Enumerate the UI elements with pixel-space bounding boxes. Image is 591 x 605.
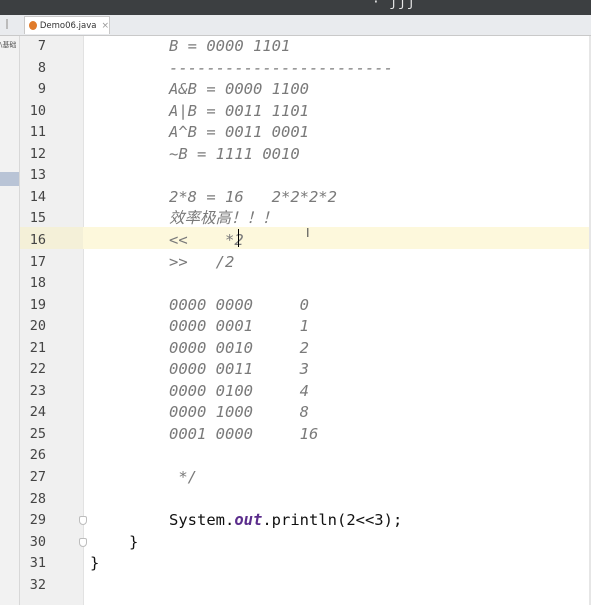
code-line[interactable]: } <box>90 553 99 573</box>
line-number: 21 <box>29 339 46 356</box>
line-number: 23 <box>29 382 46 399</box>
line-number: 17 <box>29 253 46 270</box>
code-line[interactable]: 0000 1000 8 <box>169 402 309 422</box>
line-number: 16 <box>29 231 46 248</box>
project-panel: \基础 <box>0 36 20 605</box>
code-line[interactable]: 2*8 = 16 2*2*2*2 <box>169 187 337 207</box>
code-line[interactable]: A|B = 0011 1101 <box>169 101 309 121</box>
line-number: 8 <box>37 59 46 76</box>
code-line[interactable]: 效率极高！！！ <box>169 208 278 228</box>
code-line[interactable]: A&B = 0000 1100 <box>169 79 309 99</box>
line-number: 25 <box>29 425 46 442</box>
line-number: 10 <box>29 102 46 119</box>
line-number: 7 <box>37 38 46 54</box>
title-bar: · ʃʃʃ <box>0 0 591 15</box>
line-number: 20 <box>29 318 46 335</box>
title-bar-glyphs: · ʃʃʃ <box>372 0 417 10</box>
line-number: 15 <box>29 210 46 227</box>
code-line[interactable]: B = 0000 1101 <box>169 36 290 56</box>
line-number: 24 <box>29 404 46 421</box>
code-line[interactable]: 0000 0011 3 <box>169 359 309 379</box>
line-number: 31 <box>29 555 46 572</box>
project-panel-selection[interactable] <box>0 172 19 186</box>
line-number: 30 <box>29 533 46 550</box>
fold-marker-icon[interactable] <box>79 516 87 526</box>
java-class-icon <box>29 21 37 30</box>
code-line[interactable]: A^B = 0011 0001 <box>169 122 309 142</box>
line-number: 9 <box>37 81 46 98</box>
println-prefix: System. <box>169 511 235 530</box>
line-number: 32 <box>29 576 46 593</box>
project-panel-label: \基础 <box>0 41 17 49</box>
line-number: 27 <box>29 469 46 485</box>
text-cursor <box>238 229 239 247</box>
code-line[interactable]: */ <box>169 467 197 487</box>
line-number: 18 <box>29 275 46 292</box>
code-line[interactable]: } <box>129 532 138 552</box>
editor-tab-bar: Demo06.java × <box>0 15 591 36</box>
tab-demo06-java[interactable]: Demo06.java × <box>24 16 110 34</box>
println-field-out: out <box>234 511 263 530</box>
code-line[interactable]: 0000 0001 1 <box>169 316 309 336</box>
line-number: 28 <box>29 490 46 507</box>
tab-close-icon[interactable]: × <box>101 21 109 31</box>
code-line[interactable]: 0000 0100 4 <box>169 381 309 401</box>
code-line[interactable]: >> /2 <box>169 252 234 272</box>
code-line[interactable]: ------------------------ <box>169 58 393 78</box>
println-suffix: .println(2<<3); <box>262 511 403 530</box>
line-number: 12 <box>29 145 46 162</box>
code-line[interactable]: 0000 0010 2 <box>169 338 309 358</box>
tab-label: Demo06.java <box>39 20 97 31</box>
code-line[interactable]: 0000 0000 0 <box>169 295 309 315</box>
line-number: 14 <box>29 188 46 205</box>
caret-line-highlight <box>83 227 591 249</box>
code-line[interactable]: << *2 <box>169 230 244 250</box>
line-number: 19 <box>29 296 46 313</box>
mouse-ibeam-icon: I <box>306 226 310 240</box>
line-number: 11 <box>29 124 46 141</box>
println-statement[interactable]: System.out.println(2<<3); <box>169 510 402 530</box>
line-number: 13 <box>29 167 46 184</box>
fold-marker-icon[interactable] <box>79 537 87 547</box>
line-number: 26 <box>29 447 46 464</box>
tab-scroll-left-icon[interactable] <box>6 19 16 29</box>
line-number: 22 <box>29 361 46 378</box>
line-number: 29 <box>29 512 46 529</box>
code-line[interactable]: 0001 0000 16 <box>169 424 318 444</box>
code-line[interactable]: ~B = 1111 0010 <box>169 144 300 164</box>
